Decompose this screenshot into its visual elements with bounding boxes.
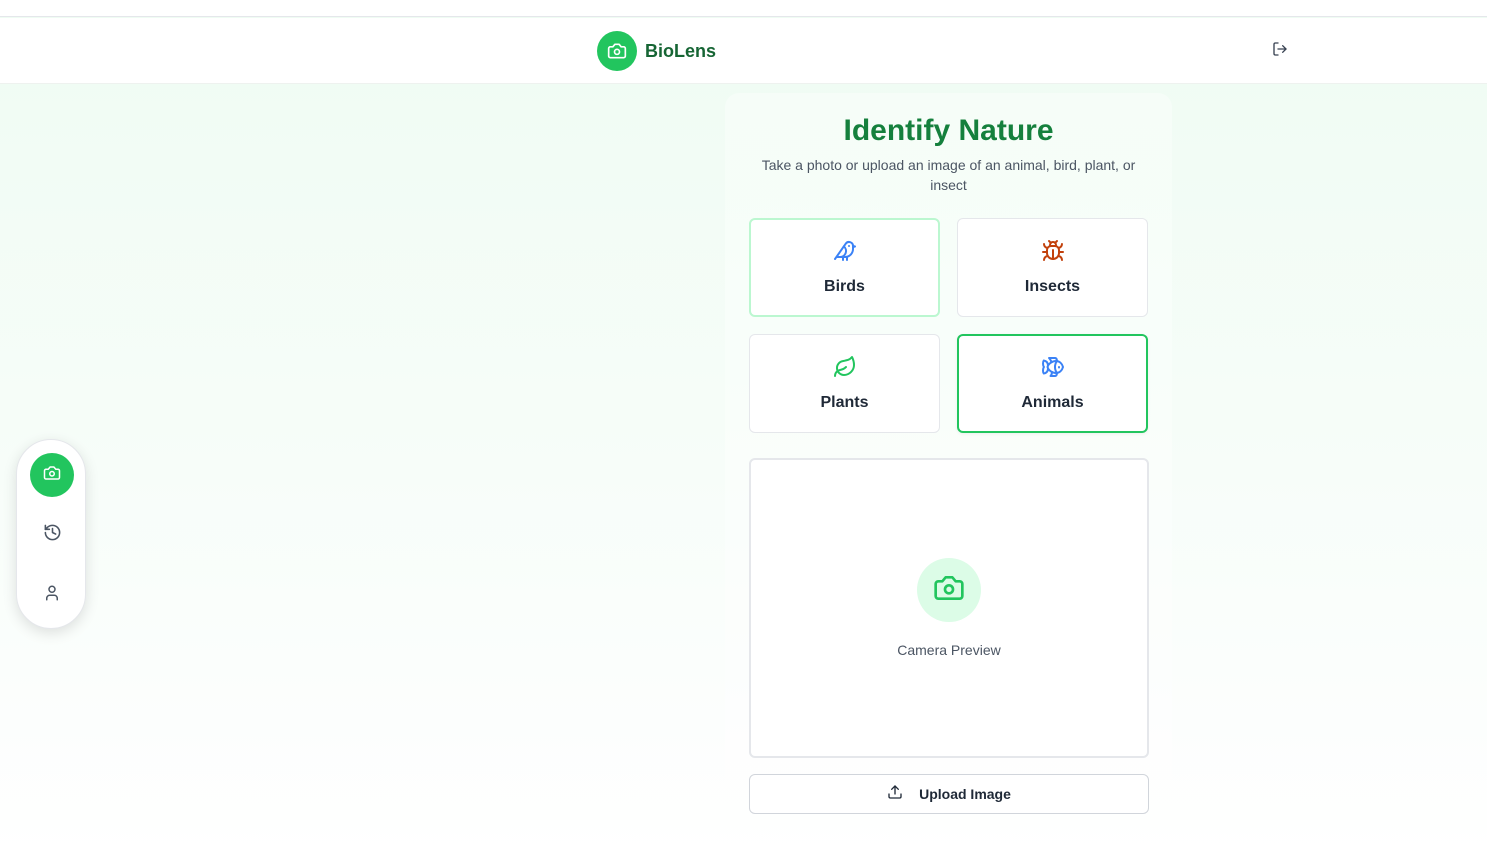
preview-icon-circle [917,558,981,622]
upload-image-button[interactable]: Upload Image [749,774,1149,814]
browser-top-strip [0,0,1487,17]
category-label: Animals [1021,394,1084,411]
brand-name: BioLens [645,40,717,61]
nav-history-button[interactable] [30,513,74,557]
user-icon [43,584,61,607]
category-animals[interactable]: Animals [957,334,1148,433]
camera-icon [43,464,61,487]
category-plants[interactable]: Plants [749,334,940,433]
logout-button[interactable] [1270,41,1290,61]
nav-camera-button[interactable] [30,453,74,497]
history-icon [43,523,62,547]
category-label: Plants [820,394,869,411]
nav-profile-button[interactable] [30,573,74,617]
leaf-icon [833,355,857,384]
preview-label: Camera Preview [897,642,1001,658]
fish-icon [1041,355,1065,384]
category-label: Birds [824,278,865,295]
side-nav [16,439,86,629]
camera-icon [933,572,965,609]
app-header: BioLens [0,18,1487,84]
category-insects[interactable]: Insects [957,218,1148,317]
page-title: Identify Nature [843,114,1054,147]
bird-icon [833,239,857,268]
page-subtitle: Take a photo or upload an image of an an… [761,157,1136,193]
category-birds[interactable]: Birds [749,218,940,317]
camera-icon [597,31,637,71]
logout-icon [1272,41,1288,62]
upload-icon [887,784,903,805]
brand[interactable]: BioLens [597,31,716,71]
upload-label: Upload Image [919,786,1011,802]
bug-icon [1041,239,1065,268]
category-label: Insects [1024,278,1081,295]
camera-preview[interactable]: Camera Preview [749,458,1149,758]
